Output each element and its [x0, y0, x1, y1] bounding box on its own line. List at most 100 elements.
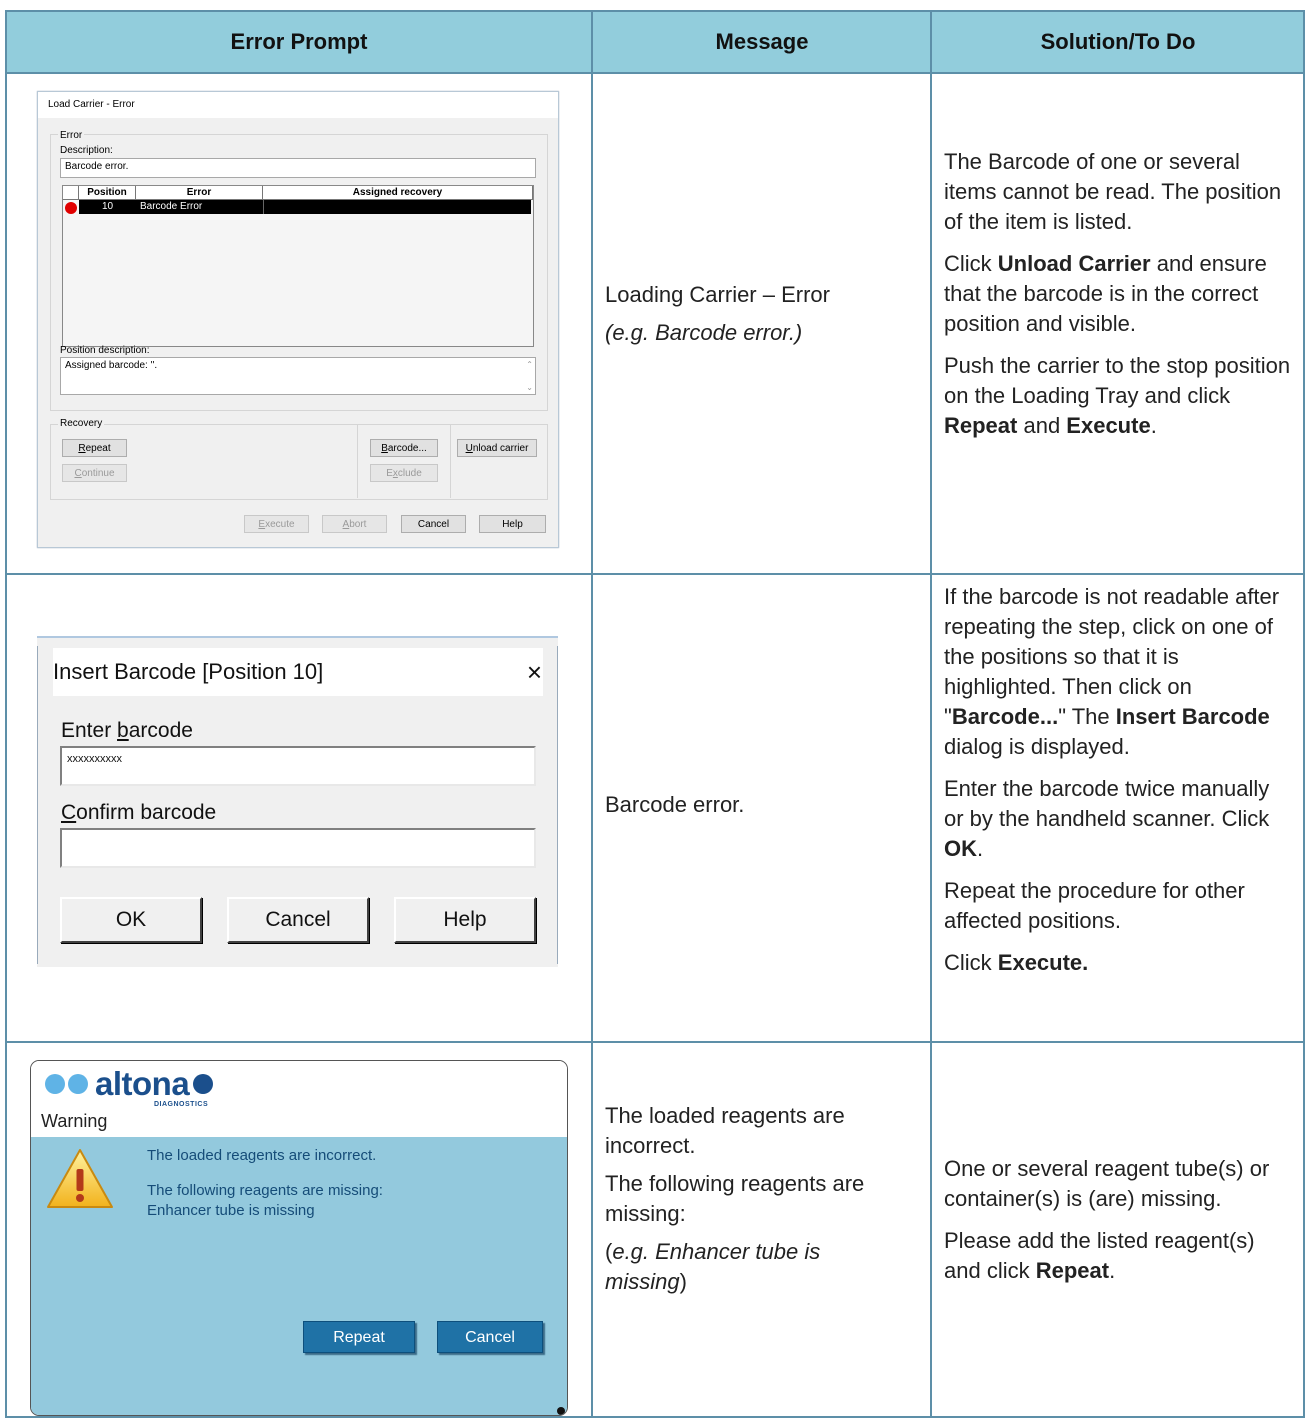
- border-col1: [591, 10, 593, 1418]
- solution-text: Repeat the procedure for other affected …: [944, 878, 1245, 933]
- solution-paragraph: Please add the listed reagent(s) and cli…: [944, 1226, 1294, 1286]
- border-row2: [5, 1041, 1305, 1043]
- position-description-label: Position description:: [60, 345, 150, 356]
- solution-paragraph: Enter the barcode twice manually or by t…: [944, 774, 1294, 864]
- logo-subtext: DIAGNOSTICS: [154, 1101, 209, 1108]
- solution-paragraph: One or several reagent tube(s) or contai…: [944, 1154, 1294, 1214]
- solution-text: Enter the barcode twice manually or by t…: [944, 776, 1270, 831]
- scroll-up-icon[interactable]: ⌃: [526, 360, 533, 369]
- help-button[interactable]: Help: [394, 897, 536, 943]
- error-status-icon: [65, 202, 77, 214]
- solution-text: Push the carrier to the stop position on…: [944, 353, 1291, 408]
- column-assigned-recovery[interactable]: Assigned recovery: [263, 186, 533, 200]
- solution-paragraph: Push the carrier to the stop position on…: [944, 351, 1294, 441]
- position-description-field[interactable]: Assigned barcode: ''. ⌃ ⌄: [60, 357, 536, 395]
- recovery-divider: [357, 424, 451, 498]
- solution-text: Click: [944, 251, 998, 276]
- row1-message-line: Loading Carrier – Error: [605, 282, 830, 307]
- warning-line1: The loaded reagents are incorrect.: [147, 1147, 377, 1164]
- row3-solution: One or several reagent tube(s) or contai…: [944, 1154, 1294, 1298]
- logo-dot-dark: [193, 1074, 214, 1094]
- continue-button[interactable]: Continue: [62, 464, 127, 482]
- load-carrier-error-dialog: Load Carrier - Error Error Description: …: [37, 91, 559, 548]
- help-button[interactable]: Help: [479, 515, 546, 533]
- header-solution: Solution/To Do: [1040, 29, 1196, 54]
- row3-message-line1: The loaded reagents are incorrect.: [605, 1103, 845, 1158]
- enter-barcode-label: Enter barcode: [61, 719, 193, 742]
- resize-grip-icon[interactable]: [557, 1407, 565, 1415]
- dialog-left-edge: [37, 646, 38, 964]
- scroll-down-icon[interactable]: ⌄: [526, 383, 533, 392]
- description-label: Description:: [60, 145, 113, 156]
- border-header: [5, 72, 1305, 74]
- solution-emphasis: Execute.: [997, 950, 1089, 975]
- column-position[interactable]: Position: [79, 186, 136, 200]
- dialog-body: The loaded reagents are incorrect. The f…: [31, 1137, 567, 1415]
- warning-icon: [47, 1149, 113, 1208]
- column-error[interactable]: Error: [136, 186, 263, 200]
- logo-dot-light: [45, 1074, 65, 1094]
- reagents-warning-dialog: altona DIAGNOSTICS Warning The loaded re…: [30, 1060, 568, 1416]
- solution-emphasis: Barcode...: [951, 704, 1059, 729]
- row-error: Barcode Error: [140, 201, 203, 212]
- border-col2: [930, 10, 932, 1418]
- header-message: Message: [715, 29, 809, 54]
- cancel-button[interactable]: Cancel: [437, 1321, 543, 1353]
- position-description-value: Assigned barcode: ''.: [65, 360, 158, 371]
- abort-button[interactable]: Abort: [322, 515, 387, 533]
- dialog-title: Insert Barcode [Position 10]: [53, 648, 543, 696]
- execute-button[interactable]: Execute: [244, 515, 309, 533]
- solution-text: .: [977, 836, 984, 861]
- row2-message: Barcode error.: [605, 790, 905, 828]
- dialog-title: Load Carrier - Error: [38, 92, 558, 118]
- row2-message-line: Barcode error.: [605, 792, 745, 817]
- row3-message-line2: The following reagents are missing:: [605, 1171, 865, 1226]
- error-list[interactable]: Position Error Assigned recovery 10 Barc…: [62, 185, 534, 347]
- insert-barcode-dialog: Insert Barcode [Position 10] × Enter bar…: [37, 636, 558, 967]
- row-divider: [263, 200, 264, 214]
- solution-text: The Barcode of one or several items cann…: [944, 149, 1282, 234]
- unload-carrier-button[interactable]: Unload carrier: [457, 439, 537, 457]
- barcode-button[interactable]: Barcode...: [370, 439, 438, 457]
- solution-text: .: [1150, 413, 1157, 438]
- solution-paragraph: Click Execute.: [944, 948, 1294, 978]
- close-icon[interactable]: ×: [527, 648, 542, 696]
- row1-message-example: (e.g. Barcode error.): [605, 320, 803, 345]
- row3-message-example: (e.g. Enhancer tube is missing): [605, 1239, 821, 1294]
- dialog-top-edge: [37, 636, 558, 638]
- solution-emphasis: Execute: [1066, 413, 1151, 438]
- ok-button[interactable]: OK: [60, 897, 202, 943]
- logo-dot-light: [68, 1074, 88, 1094]
- recovery-groupbox: [50, 424, 548, 500]
- repeat-button[interactable]: Repeat: [62, 439, 127, 457]
- border-top: [5, 10, 1305, 12]
- solution-text: Click: [944, 950, 998, 975]
- altona-logo: altona: [45, 1065, 216, 1103]
- solution-paragraph: Repeat the procedure for other affected …: [944, 876, 1294, 936]
- solution-emphasis: Repeat: [1035, 1258, 1110, 1283]
- solution-paragraph: If the barcode is not readable after rep…: [944, 582, 1294, 762]
- dialog-right-edge: [557, 646, 558, 964]
- row1-solution: The Barcode of one or several items cann…: [944, 147, 1294, 453]
- error-group-label: Error: [58, 130, 85, 141]
- repeat-button[interactable]: Repeat: [303, 1321, 415, 1353]
- solution-emphasis: OK: [944, 836, 977, 861]
- row2-solution: If the barcode is not readable after rep…: [944, 582, 1294, 990]
- border-left: [5, 10, 7, 1418]
- dialog-header: altona DIAGNOSTICS Warning: [31, 1061, 567, 1137]
- solution-text: and: [1017, 413, 1067, 438]
- enter-barcode-input[interactable]: xxxxxxxxxx: [60, 746, 536, 786]
- cancel-button[interactable]: Cancel: [401, 515, 466, 533]
- confirm-barcode-input[interactable]: [60, 828, 536, 868]
- border-bottom: [5, 1416, 1305, 1418]
- description-field[interactable]: Barcode error.: [60, 158, 536, 178]
- cancel-button[interactable]: Cancel: [227, 897, 369, 943]
- header-error-prompt: Error Prompt: [230, 29, 368, 54]
- solution-emphasis: Repeat: [944, 413, 1018, 438]
- solution-text: " The: [1058, 704, 1116, 729]
- confirm-barcode-label: Confirm barcode: [61, 801, 217, 824]
- solution-paragraph: Click Unload Carrier and ensure that the…: [944, 249, 1294, 339]
- table-row[interactable]: 10 Barcode Error: [79, 200, 531, 214]
- exclude-button[interactable]: Exclude: [370, 464, 438, 482]
- border-right: [1303, 10, 1305, 1418]
